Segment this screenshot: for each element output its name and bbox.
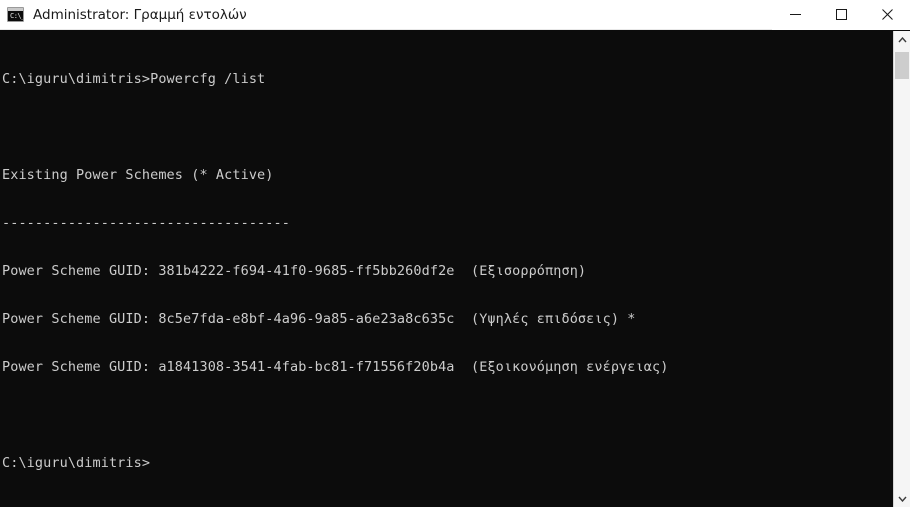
minimize-icon — [789, 14, 801, 15]
minimize-button[interactable] — [772, 0, 818, 30]
console-line: Power Scheme GUID: a1841308-3541-4fab-bc… — [2, 359, 669, 375]
console-line: ----------------------------------- — [2, 215, 290, 231]
console-line: Power Scheme GUID: 381b4222-f694-41f0-96… — [2, 263, 587, 279]
chevron-down-icon — [897, 496, 907, 502]
maximize-button[interactable] — [818, 0, 864, 30]
command-prompt-window: C:\_ Administrator: Γραμμή εντολών C:\ig… — [0, 0, 910, 507]
scroll-up-button[interactable] — [894, 31, 910, 48]
maximize-icon — [835, 9, 847, 20]
console-output-area[interactable]: C:\iguru\dimitris>Powercfg /list Existin… — [0, 31, 893, 507]
console-line: Existing Power Schemes (* Active) — [2, 167, 274, 183]
scrollbar-thumb[interactable] — [895, 52, 909, 79]
window-title: Administrator: Γραμμή εντολών — [33, 6, 247, 23]
cmd-icon-prompt-glyph: C:\_ — [10, 12, 24, 20]
chevron-up-icon — [897, 36, 907, 42]
console-line: C:\iguru\dimitris>Powercfg /list — [2, 71, 266, 87]
titlebar[interactable]: C:\_ Administrator: Γραμμή εντολών — [0, 0, 910, 30]
cmd-console-icon: C:\_ — [7, 7, 24, 22]
console-line: Power Scheme GUID: 8c5e7fda-e8bf-4a96-9a… — [2, 311, 636, 327]
close-icon — [881, 9, 893, 20]
titlebar-left: C:\_ Administrator: Γραμμή εντολών — [0, 7, 772, 23]
console-line: C:\iguru\dimitris> — [2, 455, 151, 471]
cmd-icon-titlebar-strip — [8, 8, 23, 11]
window-controls — [772, 0, 910, 30]
vertical-scrollbar[interactable] — [893, 31, 910, 507]
close-button[interactable] — [864, 0, 910, 30]
scroll-down-button[interactable] — [894, 490, 910, 507]
console-text: C:\iguru\dimitris>Powercfg /list Existin… — [2, 39, 893, 503]
